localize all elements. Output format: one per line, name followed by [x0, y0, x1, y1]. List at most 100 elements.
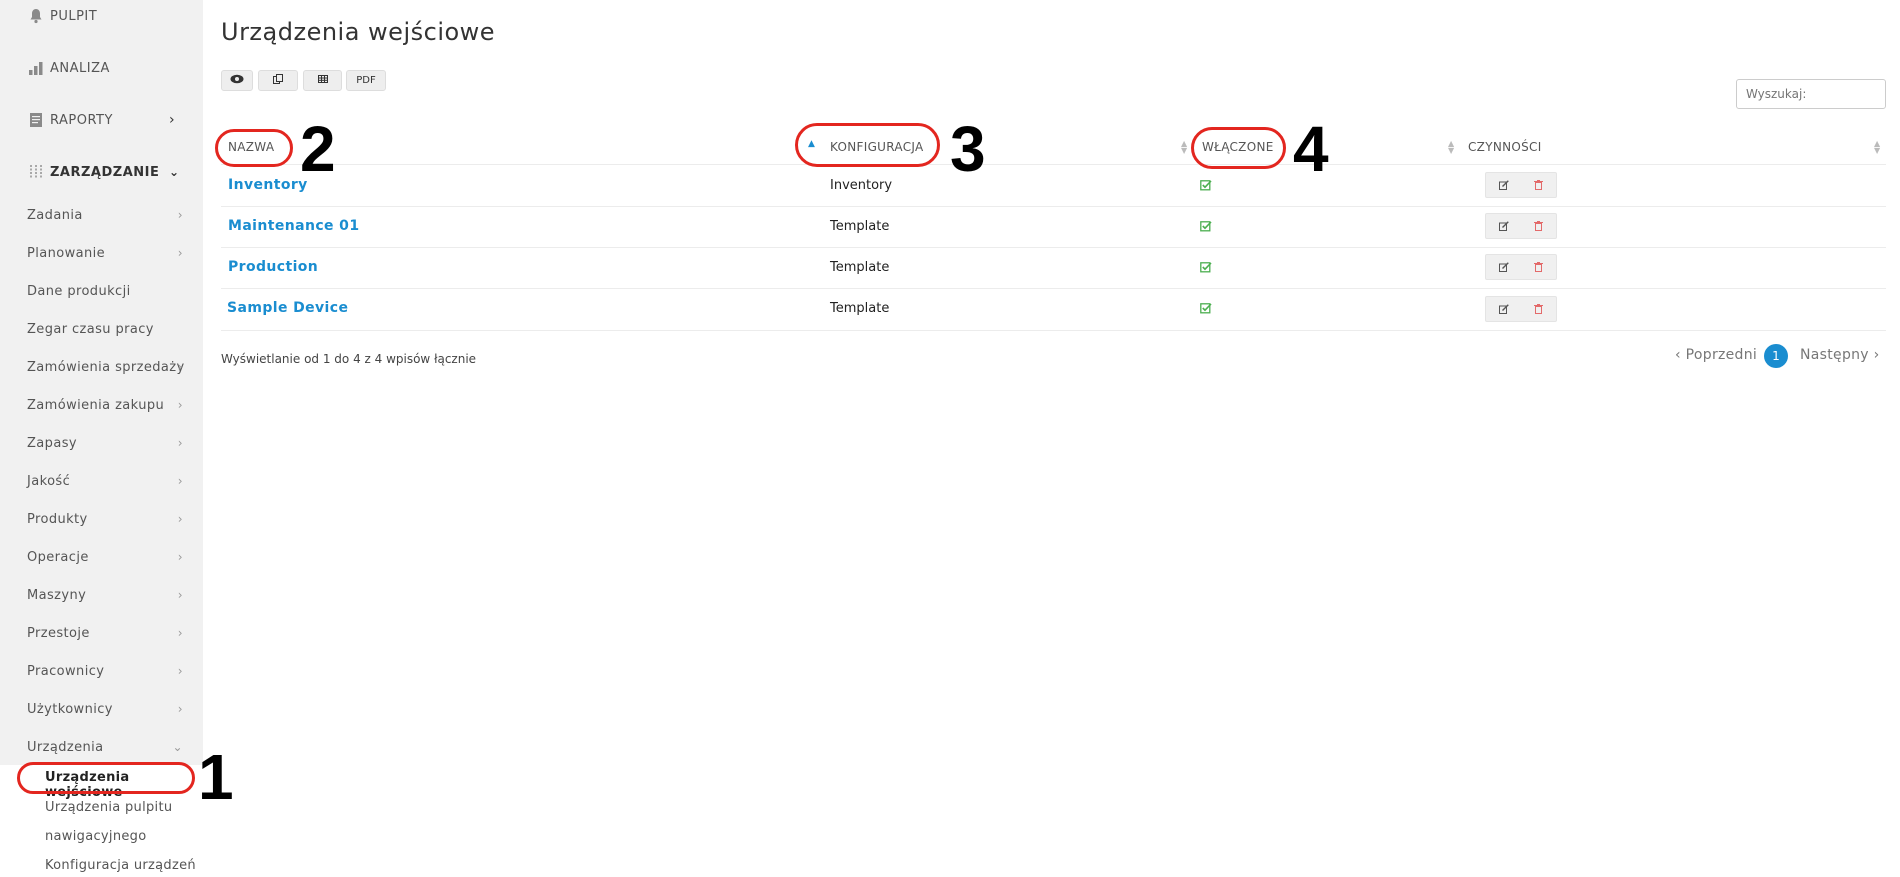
row-divider — [221, 330, 1886, 331]
device-name-link[interactable]: Production — [228, 259, 318, 275]
column-header-czynnosci: CZYNNOŚCI — [1468, 140, 1542, 154]
search-input[interactable] — [1736, 79, 1886, 109]
sidebar-item-dane-produkcji[interactable]: Dane produkcji — [27, 284, 187, 299]
sidebar-subitem-nawigacyjnego[interactable]: nawigacyjnego — [45, 829, 146, 844]
sidebar-item-zamowienia-zakupu[interactable]: Zamówienia zakupu › — [27, 398, 187, 413]
sort-icon[interactable]: ▲ ▼ — [1874, 140, 1880, 155]
row-divider — [221, 164, 1886, 165]
sidebar-item-zamowienia-sprzedazy[interactable]: Zamówienia sprzedaży › — [27, 360, 187, 375]
chevron-right-icon: › — [177, 246, 183, 260]
highlight-oval — [795, 123, 940, 167]
highlight-oval — [17, 762, 195, 794]
sidebar-subitem-urzadzenia-pulpitu[interactable]: Urządzenia pulpitu — [45, 800, 172, 815]
row-divider — [221, 288, 1886, 289]
sidebar-item-urzadzenia[interactable]: Urządzenia ⌄ — [27, 740, 187, 755]
trash-icon[interactable] — [1521, 173, 1556, 197]
annotation-number: 1 — [198, 741, 234, 813]
bell-icon — [26, 6, 46, 26]
table-info: Wyświetlanie od 1 do 4 z 4 wpisów łączni… — [221, 352, 477, 366]
device-config: Template — [830, 260, 890, 275]
highlight-oval — [215, 129, 293, 167]
sidebar-item-label: Urządzenia — [27, 740, 104, 755]
annotation-number: 2 — [300, 113, 336, 185]
annotation-number: 3 — [950, 113, 986, 185]
chevron-right-icon: › — [177, 702, 183, 716]
trash-icon[interactable] — [1521, 214, 1556, 238]
sidebar-item-zapasy[interactable]: Zapasy › — [27, 436, 187, 451]
chevron-right-icon: › — [177, 550, 183, 564]
annotation-number: 4 — [1293, 113, 1329, 185]
table-icon — [317, 75, 328, 86]
device-config: Template — [830, 219, 890, 234]
check-icon — [1200, 179, 1212, 191]
excel-button[interactable] — [303, 70, 342, 91]
device-name-link[interactable]: Maintenance 01 — [228, 218, 359, 234]
sliders-icon — [26, 162, 46, 182]
chevron-down-icon: ⌄ — [172, 740, 183, 754]
row-divider — [221, 206, 1886, 207]
sidebar-item-przestoje[interactable]: Przestoje › — [27, 626, 187, 641]
nav-zarzadzanie[interactable]: ZARZĄDZANIE ⌄ — [26, 162, 186, 182]
sidebar-item-zegar-czasu-pracy[interactable]: Zegar czasu pracy — [27, 322, 187, 337]
trash-icon[interactable] — [1521, 297, 1556, 321]
view-button[interactable] — [221, 70, 253, 91]
nav-analiza[interactable]: ANALIZA — [26, 58, 110, 78]
sidebar-item-jakosc[interactable]: Jakość › — [27, 474, 187, 489]
chevron-right-icon: › — [169, 112, 176, 128]
eye-icon — [230, 74, 244, 87]
edit-icon[interactable] — [1486, 173, 1521, 197]
sidebar-item-zadania[interactable]: Zadania › — [27, 208, 187, 223]
sidebar-item-planowanie[interactable]: Planowanie › — [27, 246, 187, 261]
pdf-button[interactable]: PDF — [346, 70, 386, 91]
edit-icon[interactable] — [1486, 297, 1521, 321]
nav-pulpit-label: PULPIT — [50, 8, 98, 24]
sidebar-item-uzytkownicy[interactable]: Użytkownicy › — [27, 702, 187, 717]
sidebar-item-label: Operacje — [27, 550, 89, 565]
nav-zarzadzanie-label: ZARZĄDZANIE — [50, 164, 160, 180]
edit-icon[interactable] — [1486, 255, 1521, 279]
pagination-prev[interactable]: ‹ Poprzedni — [1675, 347, 1757, 363]
sidebar-item-pracownicy[interactable]: Pracownicy › — [27, 664, 187, 679]
check-icon — [1200, 220, 1212, 232]
sidebar-item-label: Zapasy — [27, 436, 77, 451]
sidebar-item-label: Pracownicy — [27, 664, 105, 679]
chevron-right-icon: › — [177, 626, 183, 640]
sidebar-item-label: Produkty — [27, 512, 88, 527]
sidebar-item-maszyny[interactable]: Maszyny › — [27, 588, 187, 603]
sidebar-item-label: Jakość — [27, 474, 71, 489]
sidebar-item-operacje[interactable]: Operacje › — [27, 550, 187, 565]
sidebar-item-produkty[interactable]: Produkty › — [27, 512, 187, 527]
sidebar-item-label: Zadania — [27, 208, 83, 223]
check-icon — [1200, 302, 1212, 314]
row-actions — [1485, 213, 1557, 239]
sort-icon[interactable]: ▲ ▼ — [1181, 140, 1187, 155]
sidebar-item-label: Maszyny — [27, 588, 87, 603]
sidebar-item-label: Przestoje — [27, 626, 90, 641]
pagination-page[interactable]: 1 — [1764, 344, 1788, 368]
nav-pulpit[interactable]: PULPIT — [26, 6, 97, 26]
chevron-right-icon: › — [177, 360, 183, 374]
bar-chart-icon — [26, 58, 46, 78]
sort-icon[interactable]: ▲ ▼ — [1448, 140, 1454, 155]
chevron-right-icon: › — [177, 436, 183, 450]
copy-icon — [273, 74, 283, 87]
chevron-right-icon: › — [177, 208, 183, 222]
sidebar-subitem-konfiguracja-urzadzen[interactable]: Konfiguracja urządzeń — [45, 858, 196, 873]
pagination-next[interactable]: Następny › — [1800, 347, 1880, 363]
chevron-right-icon: › — [177, 664, 183, 678]
copy-button[interactable] — [258, 70, 298, 91]
device-name-link[interactable]: Sample Device — [227, 300, 348, 316]
sidebar-item-label: Planowanie — [27, 246, 106, 261]
sidebar-item-label: Użytkownicy — [27, 702, 113, 717]
device-name-link[interactable]: Inventory — [228, 177, 308, 193]
chevron-right-icon: › — [177, 474, 183, 488]
sidebar-item-label: Zegar czasu pracy — [27, 322, 154, 337]
trash-icon[interactable] — [1521, 255, 1556, 279]
check-icon — [1200, 261, 1212, 273]
edit-icon[interactable] — [1486, 214, 1521, 238]
row-actions — [1485, 296, 1557, 322]
row-actions — [1485, 172, 1557, 198]
device-config: Inventory — [830, 178, 893, 193]
nav-raporty[interactable]: RAPORTY › — [26, 110, 186, 130]
chevron-right-icon: › — [177, 512, 183, 526]
